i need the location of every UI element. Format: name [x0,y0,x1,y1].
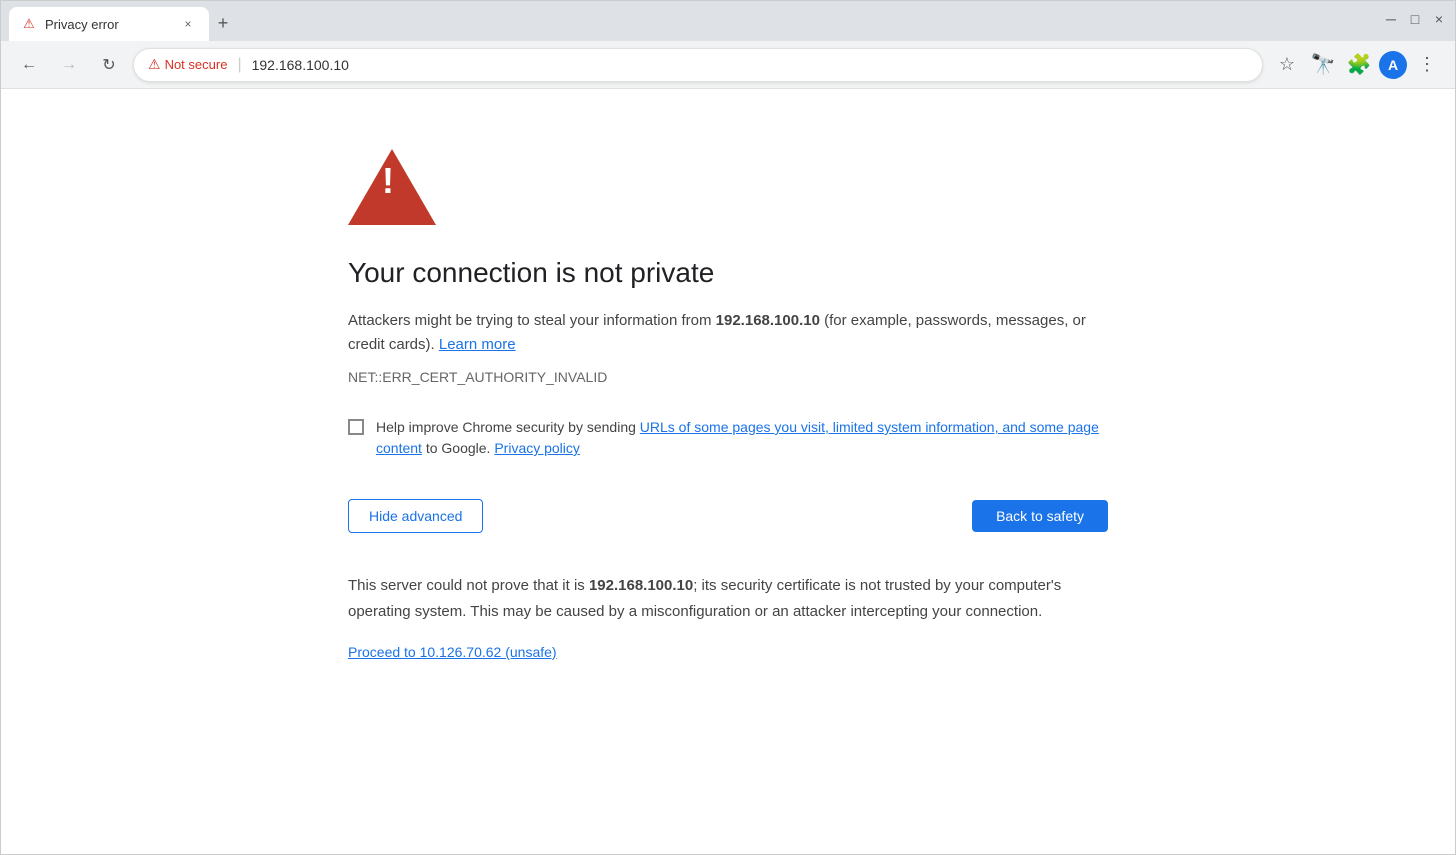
active-tab[interactable]: ⚠ Privacy error × [9,7,209,41]
address-separator: | [237,56,241,74]
hide-advanced-button[interactable]: Hide advanced [348,499,483,533]
forward-button[interactable]: → [53,49,85,81]
toolbar-icons: ☆ 🔭 🧩 A ⋮ [1271,49,1443,81]
error-description: Attackers might be trying to steal your … [348,309,1108,357]
advanced-info: This server could not prove that it is 1… [348,573,1108,624]
tab-title: Privacy error [45,17,171,32]
not-secure-indicator: ⚠ Not secure [148,56,227,73]
address-bar[interactable]: ⚠ Not secure | 192.168.100.10 [133,48,1263,82]
close-button[interactable]: × [1431,11,1447,27]
privacy-policy-link[interactable]: Privacy policy [494,440,580,456]
warning-icon-container [348,149,1108,225]
page-content: Your connection is not private Attackers… [1,89,1455,854]
tab-close-button[interactable]: × [179,15,197,33]
error-host: 192.168.100.10 [716,312,820,329]
extension-puzzle-icon[interactable]: 🧩 [1343,49,1375,81]
browser-window: ⚠ Privacy error × + ─ □ × ← → ↻ ⚠ Not se… [0,0,1456,855]
tab-favicon: ⚠ [21,16,37,32]
error-code: NET::ERR_CERT_AUTHORITY_INVALID [348,369,1108,385]
profile-button[interactable]: A [1379,51,1407,79]
menu-button[interactable]: ⋮ [1411,49,1443,81]
error-desc-before: Attackers might be trying to steal your … [348,312,716,329]
extensions-icon[interactable]: 🔭 [1307,49,1339,81]
window-controls: ─ □ × [1383,11,1447,31]
back-to-safety-button[interactable]: Back to safety [972,500,1108,532]
warning-icon: ⚠ [148,56,161,73]
maximize-button[interactable]: □ [1407,11,1423,27]
error-title: Your connection is not private [348,257,1108,289]
not-secure-label: Not secure [165,57,228,72]
title-bar: ⚠ Privacy error × + ─ □ × [1,1,1455,41]
error-container: Your connection is not private Attackers… [348,149,1108,662]
checkbox-label: Help improve Chrome security by sending … [376,417,1108,459]
buttons-row: Hide advanced Back to safety [348,499,1108,533]
tab-bar: ⚠ Privacy error × + [9,1,1379,41]
reload-button[interactable]: ↻ [93,49,125,81]
checkbox-row: Help improve Chrome security by sending … [348,417,1108,459]
checkbox-label-middle: to Google. [422,440,494,456]
advanced-host: 192.168.100.10 [589,577,693,594]
advanced-text-before: This server could not prove that it is [348,577,589,594]
address-url: 192.168.100.10 [252,57,1248,73]
proceed-link[interactable]: Proceed to 10.126.70.62 (unsafe) [348,644,557,660]
nav-bar: ← → ↻ ⚠ Not secure | 192.168.100.10 ☆ 🔭 … [1,41,1455,89]
minimize-button[interactable]: ─ [1383,11,1399,27]
learn-more-link[interactable]: Learn more [439,336,516,353]
help-checkbox[interactable] [348,419,364,435]
back-button[interactable]: ← [13,49,45,81]
warning-triangle [348,149,436,225]
checkbox-label-before: Help improve Chrome security by sending [376,419,640,435]
new-tab-button[interactable]: + [209,9,237,37]
bookmark-icon[interactable]: ☆ [1271,49,1303,81]
